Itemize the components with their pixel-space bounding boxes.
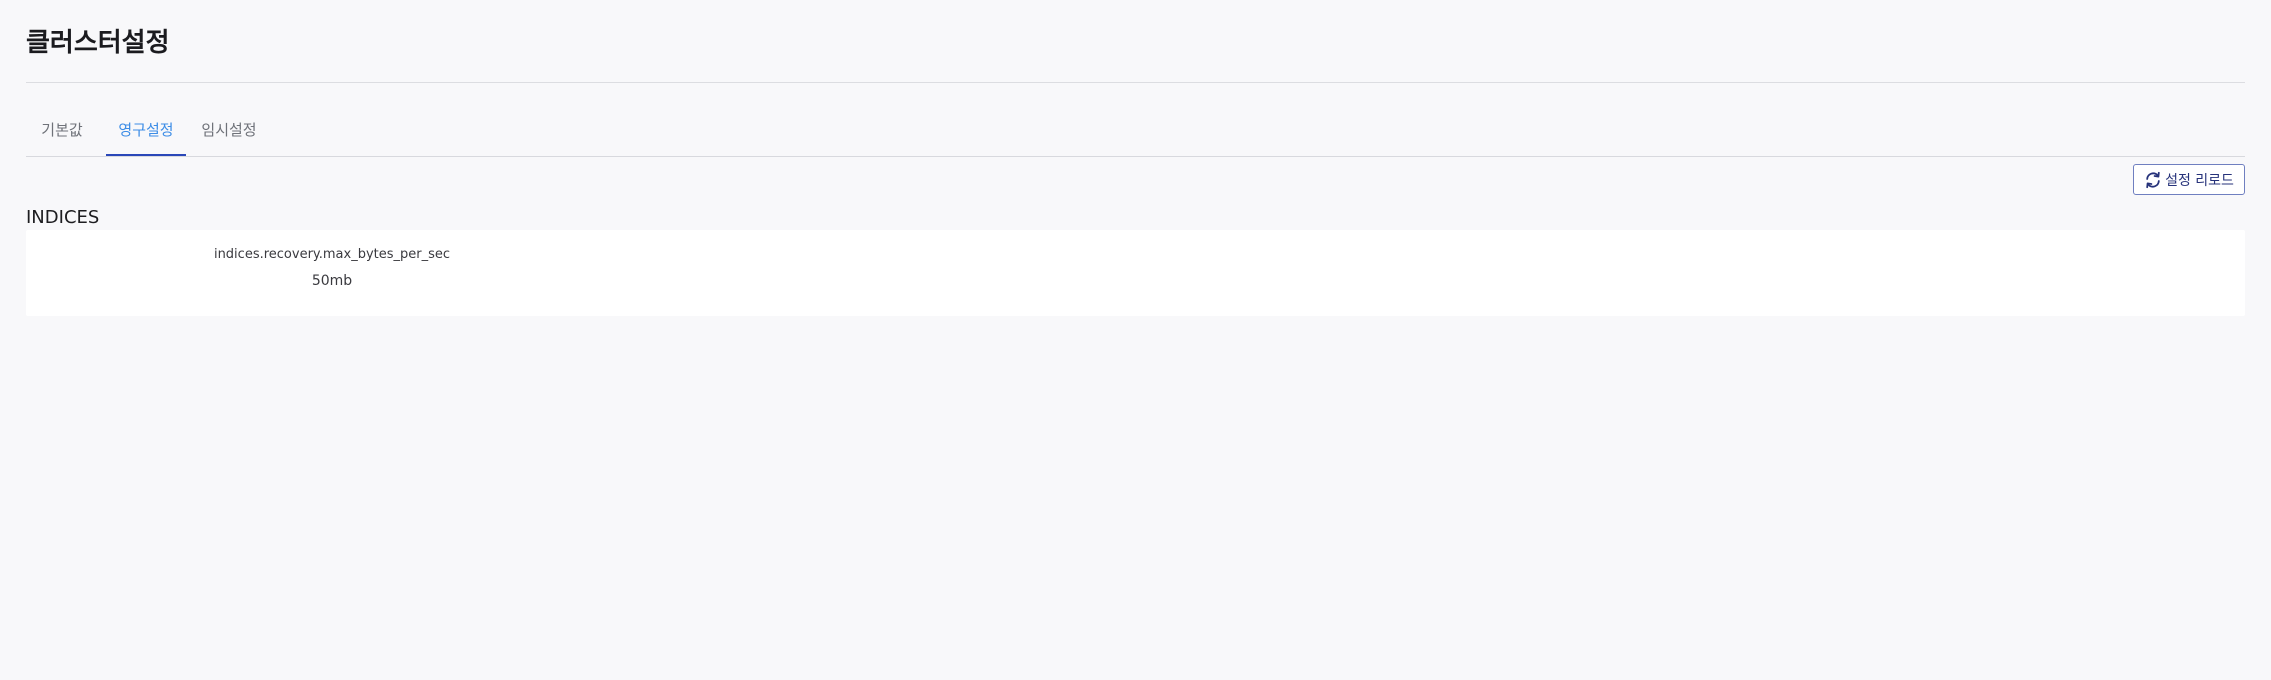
section-title: INDICES: [26, 207, 100, 228]
page-title: 클러스터설정: [26, 28, 170, 58]
settings-card: indices.recovery.max_bytes_per_sec 50mb: [26, 230, 2245, 316]
tab-persistent[interactable]: 영구설정: [106, 113, 186, 156]
setting-item: indices.recovery.max_bytes_per_sec 50mb: [126, 246, 538, 290]
reload-settings-label: 설정 리로드: [2165, 172, 2234, 189]
refresh-icon: [2144, 171, 2162, 189]
tab-transient[interactable]: 임시설정: [192, 113, 266, 156]
reload-settings-button[interactable]: 설정 리로드: [2133, 164, 2245, 195]
setting-key: indices.recovery.max_bytes_per_sec: [213, 247, 451, 262]
setting-value: 50mb: [311, 273, 353, 289]
tab-bar: 기본값 영구설정 임시설정: [26, 113, 2245, 157]
title-divider: [26, 82, 2245, 83]
tab-defaults[interactable]: 기본값: [26, 113, 98, 156]
